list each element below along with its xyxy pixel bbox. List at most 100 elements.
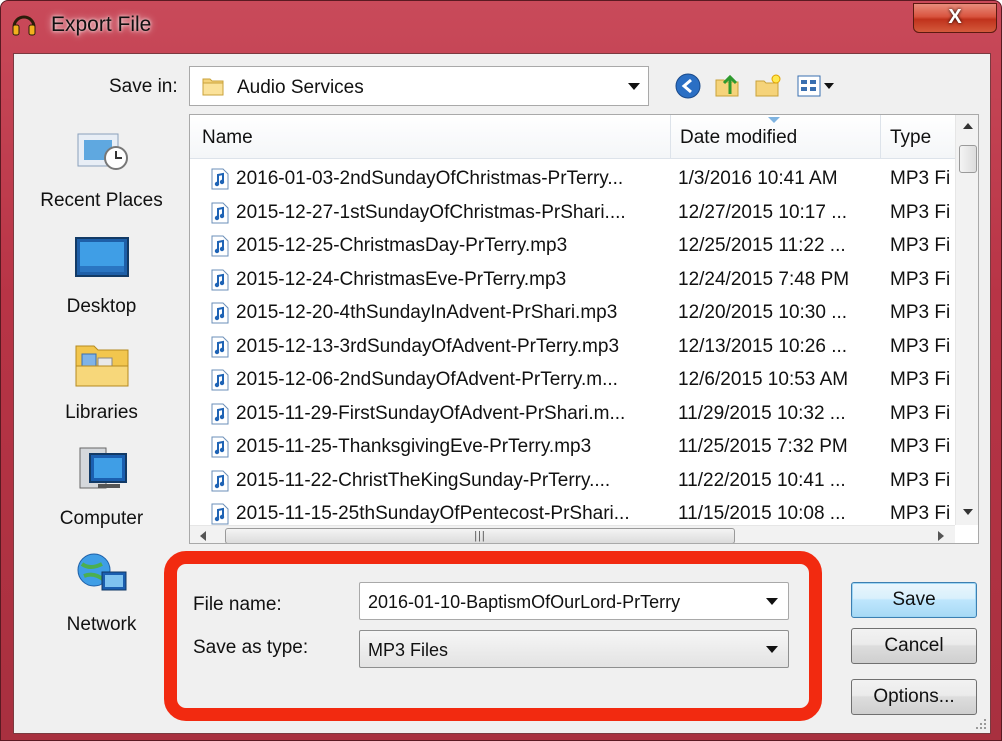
cancel-button[interactable]: Cancel (851, 628, 977, 664)
place-libraries[interactable]: Libraries (14, 338, 189, 438)
date-modified-cell: 11/29/2015 10:32 ... (678, 402, 846, 424)
folder-icon (202, 78, 224, 96)
column-header: Name Date modified Type (190, 115, 955, 159)
vertical-scrollbar[interactable] (955, 115, 978, 525)
file-name-cell: 2016-01-03-2ndSundayOfChristmas-PrTerry.… (236, 168, 624, 189)
date-modified-cell: 12/6/2015 10:53 AM (678, 369, 849, 390)
chevron-down-icon (766, 646, 778, 653)
file-name-cell: 2015-11-22-ChristTheKingSunday-PrTerry..… (236, 469, 611, 491)
scroll-thumb[interactable]: ||| (225, 528, 735, 543)
file-row[interactable]: 2015-11-25-ThanksgivingEve-PrTerry.mp3 11… (190, 430, 955, 464)
back-icon[interactable] (674, 72, 702, 100)
scroll-thumb[interactable] (959, 145, 977, 173)
date-modified-cell: 12/13/2015 10:26 ... (678, 335, 848, 357)
type-cell: MP3 Fi (890, 503, 950, 524)
file-row[interactable]: 2015-12-13-3rdSundayOfAdvent-PrTerry.mp3… (190, 330, 955, 364)
place-label: Network (66, 614, 137, 635)
audio-file-icon (211, 470, 229, 491)
audio-file-icon (211, 336, 229, 357)
chevron-down-icon[interactable] (766, 598, 778, 605)
new-folder-icon[interactable] (754, 72, 782, 100)
file-name-label: File name: (193, 594, 282, 615)
sort-indicator-icon (768, 117, 780, 123)
file-row[interactable]: 2015-12-25-ChristmasDay-PrTerry.mp3 12/25… (190, 229, 955, 263)
audio-file-icon (211, 369, 229, 391)
date-modified-cell: 12/24/2015 7:48 PM (678, 268, 850, 290)
file-name-cell: 2015-11-25-ThanksgivingEve-PrTerry.mp3 (236, 436, 592, 457)
date-modified-cell: 11/22/2015 10:41 ... (678, 469, 846, 491)
place-network[interactable]: Network (14, 550, 189, 650)
file-row[interactable]: 2015-12-06-2ndSundayOfAdvent-PrTerry.m..… (190, 363, 955, 397)
place-label: Desktop (66, 296, 137, 317)
up-folder-icon[interactable] (714, 72, 742, 100)
place-recent-places[interactable]: Recent Places (14, 126, 189, 226)
file-name-cell: 2015-12-25-ChristmasDay-PrTerry.mp3 (236, 235, 568, 256)
libraries-icon (75, 345, 129, 387)
column-divider[interactable] (670, 115, 671, 159)
recent-places-icon (77, 133, 128, 170)
column-name[interactable]: Name (202, 127, 253, 149)
column-divider[interactable] (880, 115, 881, 159)
file-row[interactable]: 2015-11-29-FirstSundayOfAdvent-PrShari.m… (190, 397, 955, 431)
audio-file-icon (211, 269, 229, 290)
resize-grip-icon[interactable] (974, 717, 988, 731)
place-label: Libraries (65, 402, 138, 423)
file-name-cell: 2015-11-29-FirstSundayOfAdvent-PrShari.m… (236, 402, 626, 424)
type-cell: MP3 Fi (890, 268, 950, 290)
scroll-right-icon[interactable] (938, 531, 944, 541)
date-modified-cell: 12/25/2015 11:22 ... (678, 235, 846, 256)
audio-file-icon (211, 503, 229, 525)
save-as-type-dropdown[interactable]: MP3 Files (359, 630, 789, 668)
audio-file-icon (211, 403, 229, 424)
headphones-icon (12, 15, 36, 36)
file-row[interactable]: 2015-11-22-ChristTheKingSunday-PrTerry..… (190, 464, 955, 498)
date-modified-cell: 1/3/2016 10:41 AM (678, 168, 838, 189)
column-type[interactable]: Type (890, 127, 931, 149)
file-list[interactable]: Name Date modified Type 2016-01-03-2ndSu… (189, 114, 979, 544)
file-row[interactable]: 2016-01-03-2ndSundayOfChristmas-PrTerry.… (190, 162, 955, 196)
save-in-value: Audio Services (237, 77, 364, 98)
place-label: Recent Places (40, 190, 163, 211)
type-cell: MP3 Fi (890, 402, 950, 424)
audio-file-icon (211, 235, 229, 257)
file-name-value: 2016-01-10-BaptismOfOurLord-PrTerry (368, 592, 681, 612)
file-name-cell: 2015-12-24-ChristmasEve-PrTerry.mp3 (236, 268, 567, 290)
places-bar: Recent Places Desktop Libraries Computer… (14, 114, 189, 684)
save-in-dropdown[interactable]: Audio Services (189, 66, 649, 106)
save-in-label: Save in: (109, 76, 178, 97)
save-button[interactable]: Save (851, 582, 977, 618)
save-as-type-label: Save as type: (193, 637, 309, 658)
scroll-left-icon[interactable] (200, 531, 206, 541)
type-cell: MP3 Fi (890, 168, 950, 189)
title-bar[interactable]: Export File X (1, 1, 1001, 47)
file-row[interactable]: 2015-12-20-4thSundayInAdvent-PrShari.mp3… (190, 296, 955, 330)
audio-file-icon (211, 168, 229, 190)
computer-icon (79, 447, 127, 489)
close-button[interactable]: X (913, 3, 997, 33)
type-cell: MP3 Fi (890, 302, 950, 323)
scroll-up-icon[interactable] (963, 123, 973, 129)
dialog-client: Save in: Audio Services Recent Places De… (13, 53, 991, 734)
file-name-cell: 2015-12-27-1stSundayOfChristmas-PrShari.… (236, 201, 626, 223)
file-name-cell: 2015-11-15-25thSundayOfPentecost-PrShari… (236, 503, 630, 524)
date-modified-cell: 12/27/2015 10:17 ... (678, 201, 848, 223)
column-date-modified[interactable]: Date modified (680, 127, 797, 149)
file-name-cell: 2015-12-20-4thSundayInAdvent-PrShari.mp3 (236, 302, 618, 323)
options-button[interactable]: Options... (851, 679, 977, 715)
place-computer[interactable]: Computer (14, 444, 189, 544)
view-menu-icon[interactable] (796, 72, 838, 100)
type-cell: MP3 Fi (890, 235, 950, 256)
horizontal-scrollbar[interactable]: ||| (190, 525, 955, 543)
desktop-icon (75, 237, 129, 277)
save-as-type-value: MP3 Files (368, 640, 449, 660)
window-title: Export File (51, 13, 152, 36)
file-name-cell: 2015-12-13-3rdSundayOfAdvent-PrTerry.mp3 (236, 335, 620, 357)
date-modified-cell: 11/25/2015 7:32 PM (678, 436, 848, 457)
chevron-down-icon (628, 83, 640, 90)
place-desktop[interactable]: Desktop (14, 232, 189, 332)
file-name-input[interactable]: 2016-01-10-BaptismOfOurLord-PrTerry (359, 582, 789, 620)
type-cell: MP3 Fi (890, 436, 950, 457)
file-row[interactable]: 2015-12-24-ChristmasEve-PrTerry.mp3 12/24… (190, 263, 955, 297)
file-row[interactable]: 2015-12-27-1stSundayOfChristmas-PrShari.… (190, 196, 955, 230)
scroll-down-icon[interactable] (963, 509, 973, 515)
